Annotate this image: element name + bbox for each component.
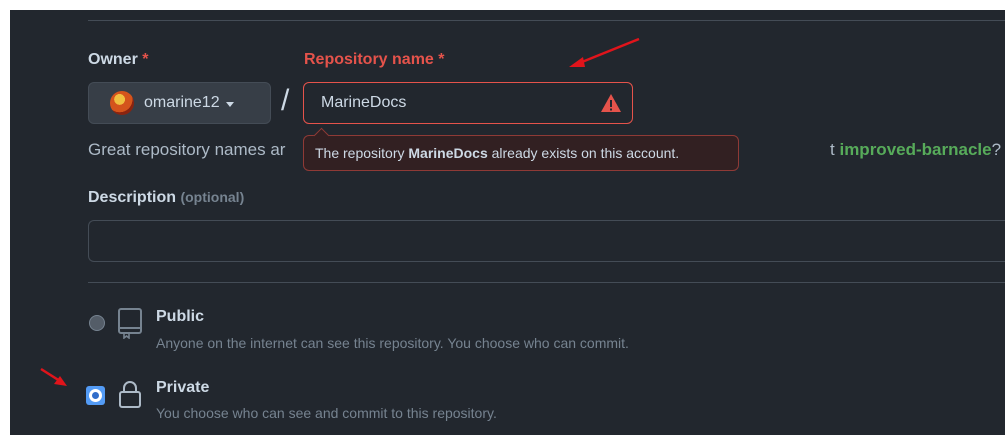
owner-selected-name: omarine12 [144,94,220,111]
annotation-arrow-icon [569,37,640,67]
suggested-repo-name-link[interactable]: improved-barnacle [839,140,991,159]
description-input[interactable] [88,220,1005,262]
repository-name-hint: Great repository names ar t improved-bar… [88,140,1001,160]
lock-icon [119,381,141,408]
repository-name-value: MarineDocs [321,94,407,111]
alert-icon [601,94,621,112]
hint-suffix: ? [991,140,1002,159]
owner-repo-separator: / [281,84,290,117]
visibility-public-radio[interactable] [89,315,105,331]
repo-icon [118,308,142,339]
error-tooltip: The repository MarineDocs already exists… [303,127,739,171]
repository-name-label-text: Repository name [304,51,434,68]
annotation-arrow-icon [40,367,67,386]
visibility-public-description: Anyone on the internet can see this repo… [156,335,629,351]
divider [88,20,1005,21]
tooltip-suffix: already exists on this account. [491,145,680,161]
hint-prefix: Great repository names ar [88,140,286,159]
avatar [110,91,134,115]
visibility-private-radio[interactable] [86,386,105,405]
divider [88,282,1005,283]
repository-name-label: Repository name * [304,51,445,69]
owner-select-button[interactable]: omarine12 [88,82,271,124]
visibility-private-description: You choose who can see and commit to thi… [156,405,497,421]
owner-required-mark: * [142,51,149,68]
optional-tag: (optional) [180,189,245,205]
hint-suggestion-lead: t [830,140,835,159]
visibility-public-title: Public [156,308,205,325]
description-label: Description (optional) [88,189,244,207]
tooltip-repo-name: MarineDocs [408,145,488,161]
tooltip-prefix: The repository [315,145,405,161]
visibility-private-title: Private [156,379,210,396]
repository-required-mark: * [438,51,445,68]
chevron-down-icon [225,101,234,107]
owner-label: Owner * [88,51,148,69]
owner-label-text: Owner [88,51,138,68]
description-label-text: Description [88,189,177,206]
repository-name-input[interactable]: MarineDocs [303,82,633,124]
